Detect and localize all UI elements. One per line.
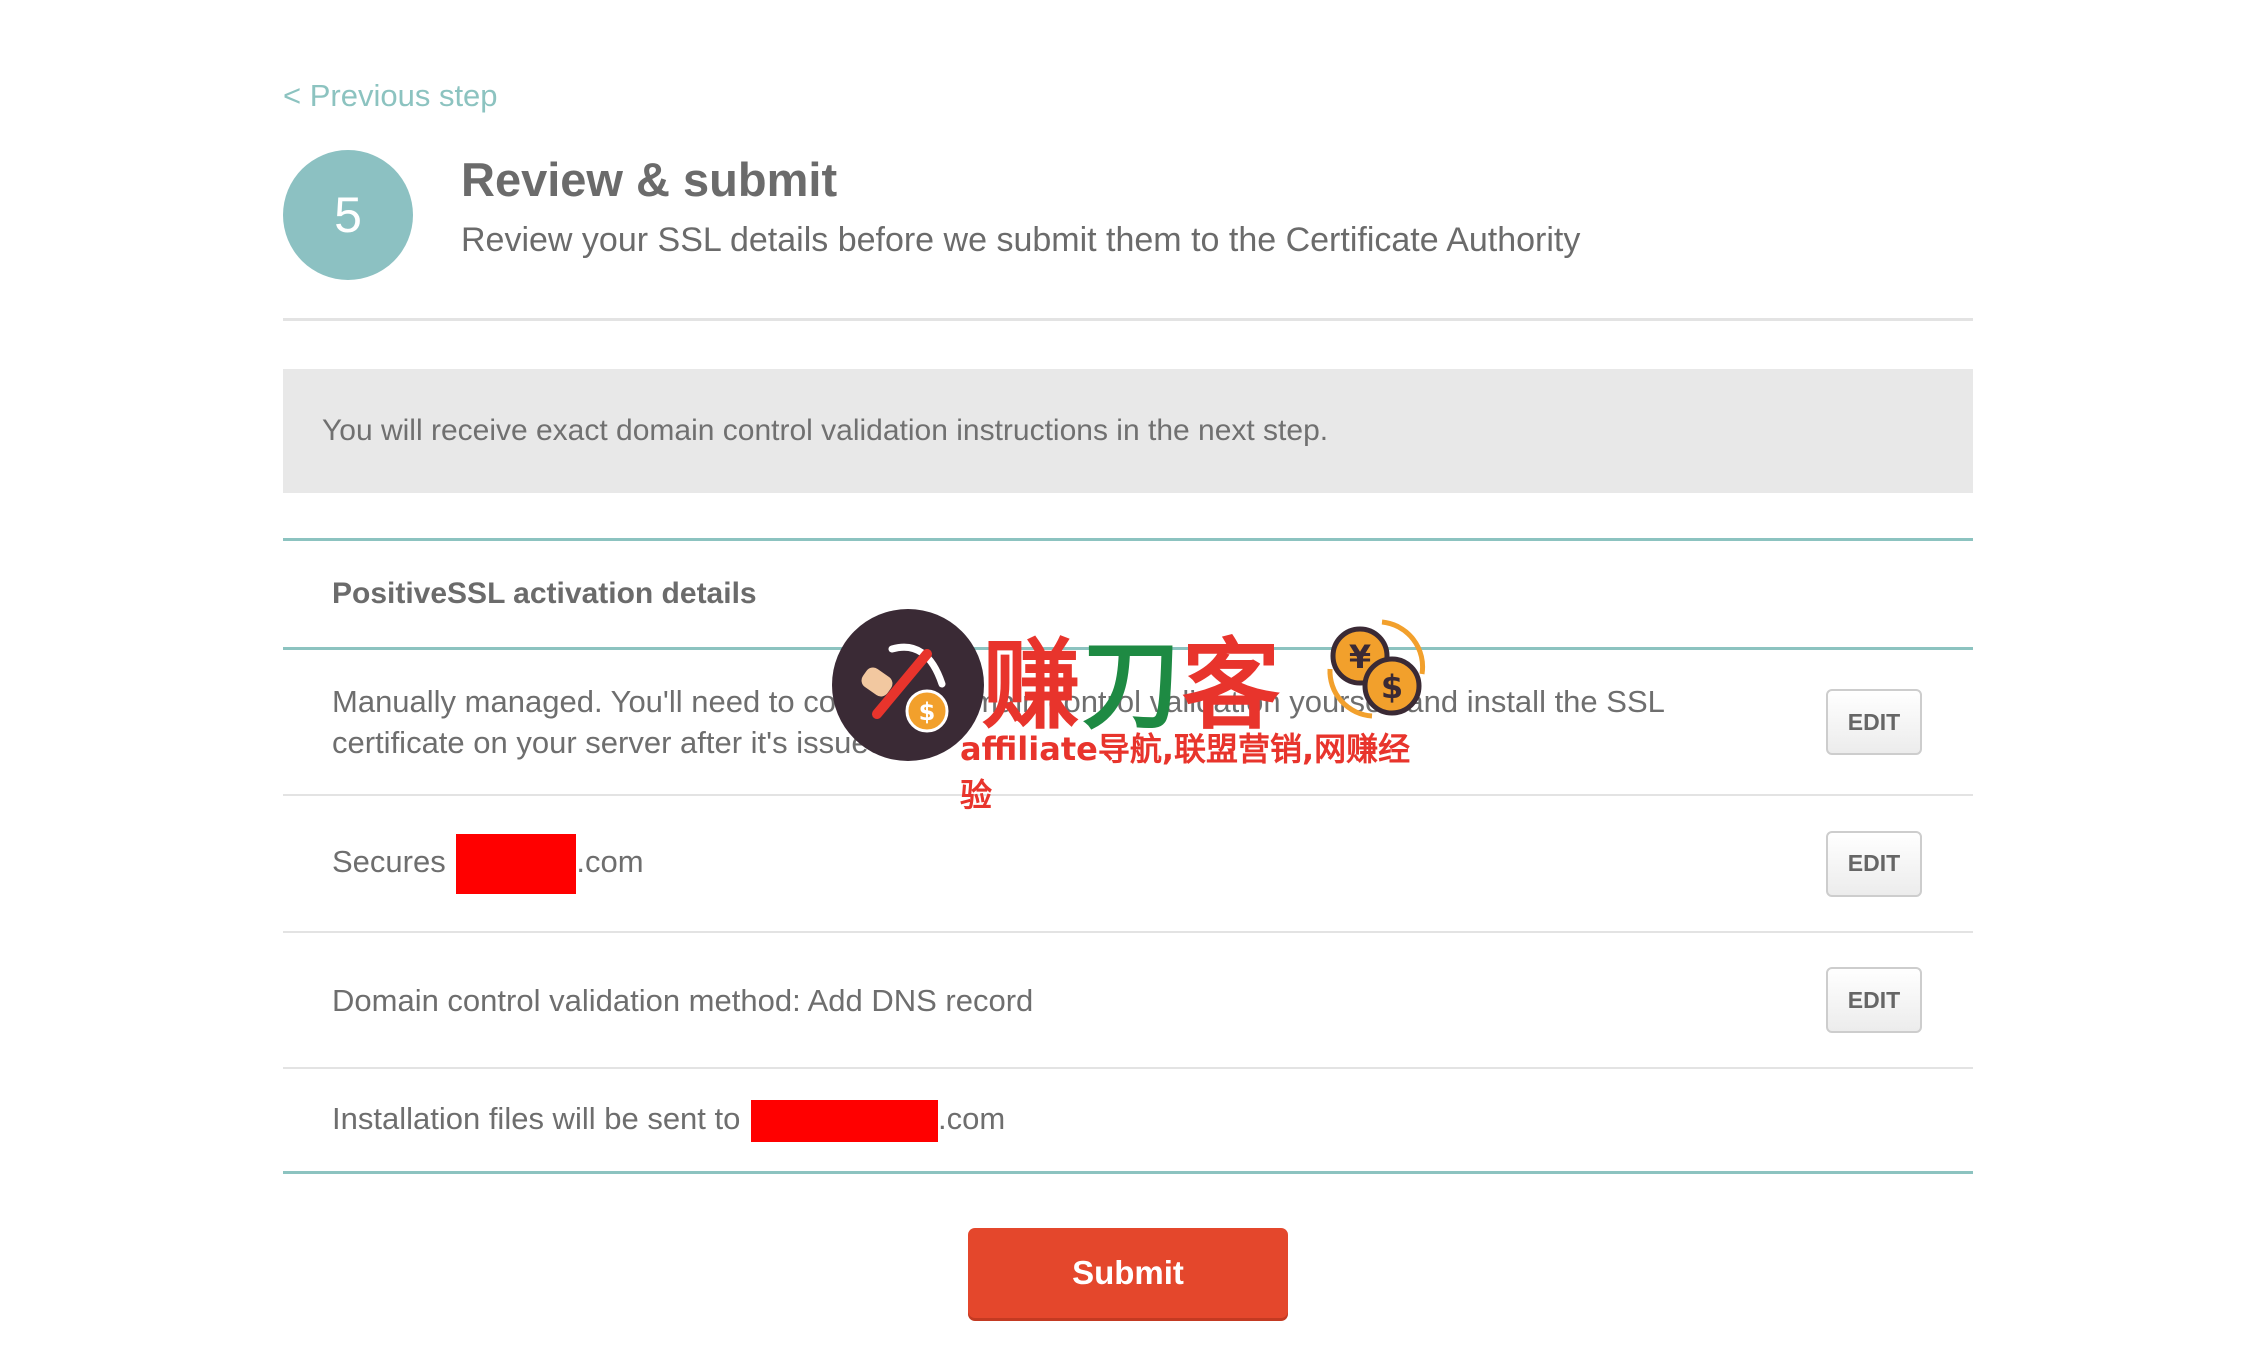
page-title: Review & submit: [461, 153, 838, 206]
detail-domain-suffix: .com: [576, 843, 644, 879]
detail-email-prefix: Installation files will be sent to: [332, 1101, 749, 1137]
detail-domain-prefix: Secures: [332, 843, 455, 879]
watermark-tagline: affiliate导航,联盟营销,网赚经验: [960, 730, 1411, 814]
watermark: $ 赚刀客 affiliate导航,联盟营销,网赚经验 ¥ $: [832, 606, 1432, 814]
detail-dcv-text: Domain control validation method: Add DN…: [332, 982, 1034, 1018]
info-notice: You will receive exact domain control va…: [283, 369, 1973, 493]
detail-row-installation-email: Installation files will be sent to .com: [283, 1069, 1973, 1174]
redacted-domain: [456, 833, 577, 894]
detail-domain-text: Secures .com: [332, 833, 1712, 894]
detail-email-suffix: .com: [938, 1101, 1006, 1137]
edit-dcv-button[interactable]: EDIT: [1826, 967, 1922, 1033]
divider: [283, 318, 1973, 321]
submit-button[interactable]: Submit: [968, 1228, 1288, 1318]
info-notice-text: You will receive exact domain control va…: [322, 414, 1329, 447]
detail-row-dcv-method: Domain control validation method: Add DN…: [283, 933, 1973, 1069]
edit-management-button[interactable]: EDIT: [1826, 689, 1922, 755]
detail-row-domain: Secures .com EDIT: [283, 796, 1973, 933]
step-number-badge: 5: [283, 150, 413, 280]
svg-text:$: $: [1381, 668, 1403, 706]
edit-domain-button[interactable]: EDIT: [1826, 830, 1922, 897]
page-subtitle: Review your SSL details before we submit…: [461, 221, 1581, 259]
redacted-email: [751, 1099, 938, 1142]
detail-email-text: Installation files will be sent to .com: [332, 1098, 1712, 1142]
svg-text:$: $: [919, 698, 936, 726]
coins-icon: ¥ $: [1327, 619, 1426, 719]
previous-step-link[interactable]: < Previous step: [283, 78, 498, 114]
